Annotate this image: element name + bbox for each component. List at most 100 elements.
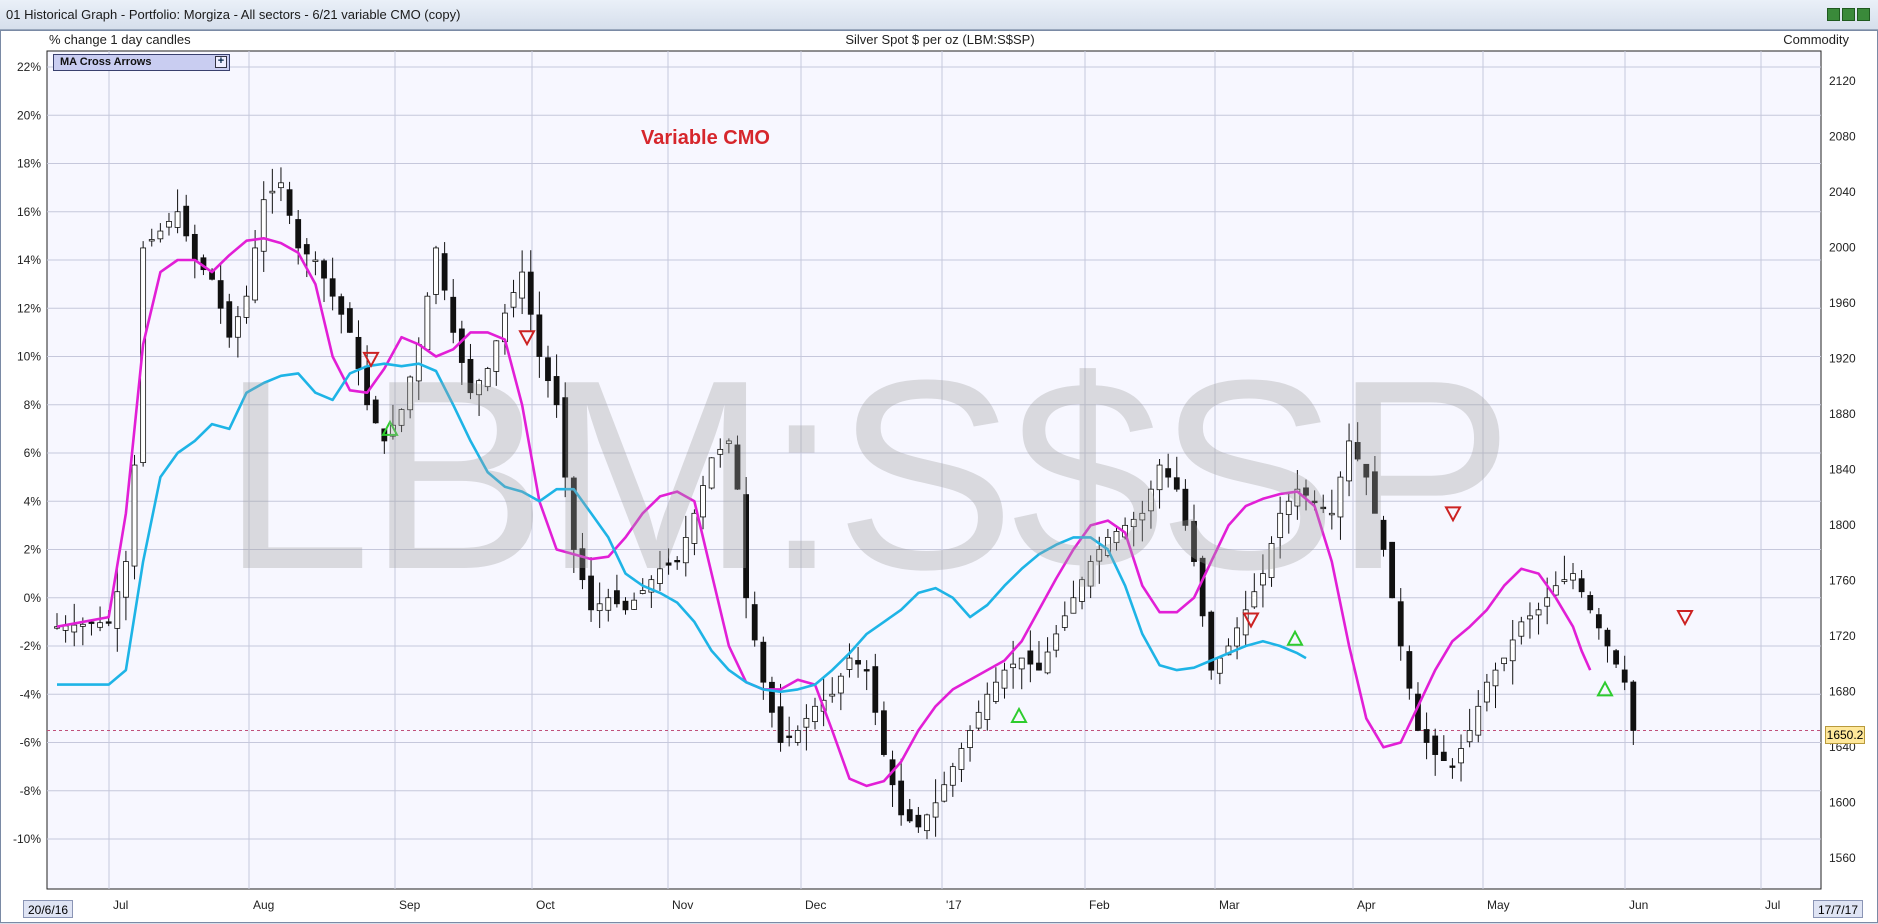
last-price-tag: 1650.2 <box>1825 726 1865 744</box>
candle-body <box>1087 561 1094 587</box>
candle-body <box>123 561 129 598</box>
y-tick-label-right: 1960 <box>1829 296 1856 310</box>
candle-body <box>252 247 259 301</box>
window-title: 01 Historical Graph - Portfolio: Morgiza… <box>6 7 461 22</box>
candle-body <box>717 448 724 455</box>
price-chart[interactable]: Jul Aug Sep Oct Nov Dec '17 Feb Mar Apr May Jun Jul 2… <box>1 31 1878 924</box>
candle-body <box>1251 591 1258 608</box>
candle-body <box>674 560 681 563</box>
x-tick-label: May <box>1487 898 1510 912</box>
candle-body <box>837 675 844 694</box>
restore-button[interactable] <box>1842 8 1855 21</box>
candle-body <box>278 182 284 189</box>
y-tick-label-left: 16% <box>17 205 41 219</box>
candle-body <box>1397 601 1404 647</box>
candle-body <box>1587 595 1594 611</box>
candle-body <box>743 494 749 599</box>
y-tick-label-right: 1720 <box>1829 629 1856 643</box>
candle-body <box>760 641 767 683</box>
candle-body <box>872 666 879 713</box>
candle-body <box>458 328 465 363</box>
candle-body <box>1285 500 1292 515</box>
candle-body <box>1079 579 1085 602</box>
candle-body <box>1380 519 1387 550</box>
candle-body <box>1216 657 1223 674</box>
candle-body <box>1010 663 1017 669</box>
y-tick-label-left: -2% <box>20 639 42 653</box>
candle-body <box>769 681 775 713</box>
candle-body <box>398 409 405 426</box>
candle-body <box>527 271 534 315</box>
candle-body <box>1346 440 1352 482</box>
candle-body <box>1234 627 1240 647</box>
candle-body <box>613 590 620 605</box>
candle-body <box>1260 573 1266 586</box>
candle-body <box>1389 541 1396 599</box>
candle-body <box>329 278 336 297</box>
candle-body <box>1509 639 1516 662</box>
candle-body <box>1337 476 1344 518</box>
ma-cross-arrows-panel[interactable]: MA Cross Arrows + <box>53 54 230 71</box>
end-date-box[interactable]: 17/7/17 <box>1812 900 1863 918</box>
close-button[interactable] <box>1857 8 1870 21</box>
x-tick-label: Nov <box>672 898 693 912</box>
candle-body <box>605 597 612 611</box>
candle-body <box>269 190 276 194</box>
start-date-box[interactable]: 20/6/16 <box>23 900 74 918</box>
candle-body <box>725 440 732 444</box>
candle-body <box>1113 531 1120 543</box>
candle-body <box>588 575 594 611</box>
candle-body <box>1423 729 1430 743</box>
candle-body <box>260 199 267 252</box>
y-tick-label-right: 1680 <box>1829 685 1856 699</box>
candle-body <box>131 464 138 567</box>
y-tick-label-left: 2% <box>24 543 42 557</box>
y-tick-label-left: 20% <box>17 108 41 122</box>
candle-body <box>975 711 982 729</box>
candle-body <box>433 247 439 295</box>
candle-body <box>286 189 293 216</box>
candle-body <box>1191 520 1197 562</box>
candle-body <box>1156 464 1163 491</box>
candle-body <box>346 308 353 333</box>
x-tick-label: Dec <box>805 898 826 912</box>
candle-body <box>1148 488 1154 512</box>
candle-body <box>1027 650 1034 665</box>
x-tick-label: Apr <box>1357 898 1376 912</box>
candle-body <box>234 316 241 338</box>
y-tick-label-right: 1760 <box>1829 574 1856 588</box>
candle-body <box>562 397 569 478</box>
x-tick-label: Mar <box>1219 898 1240 912</box>
candle-body <box>794 730 801 743</box>
candle-body <box>157 230 164 240</box>
candle-body <box>1501 657 1508 665</box>
candle-body <box>191 233 198 261</box>
candle-body <box>502 312 508 343</box>
candle-body <box>622 600 629 611</box>
y-tick-label-right: 1600 <box>1829 796 1856 810</box>
candle-body <box>1053 633 1060 651</box>
expand-plus-icon[interactable]: + <box>215 56 227 68</box>
x-tick-label: Oct <box>536 898 555 912</box>
candle-body <box>846 657 853 670</box>
candle-body <box>71 624 78 633</box>
window-titlebar: 01 Historical Graph - Portfolio: Morgiza… <box>0 0 1878 30</box>
candle-body <box>1371 471 1378 514</box>
y-tick-label-right: 1800 <box>1829 518 1856 532</box>
candle-body <box>338 296 345 315</box>
candle-body <box>441 253 448 291</box>
candle-body <box>631 599 638 610</box>
candle-body <box>906 809 913 822</box>
candle-body <box>1363 463 1370 478</box>
candle-body <box>545 357 551 382</box>
candle-body <box>407 376 414 411</box>
minimize-button[interactable] <box>1827 8 1840 21</box>
ma-cross-arrows-label: MA Cross Arrows <box>60 56 152 68</box>
x-tick-label: Jun <box>1629 898 1648 912</box>
candle-body <box>1070 597 1077 614</box>
candle-body <box>1328 512 1335 516</box>
candle-body <box>1544 597 1551 607</box>
candle-body <box>941 784 948 802</box>
candle-body <box>1311 500 1318 504</box>
candle-body <box>1268 543 1275 578</box>
